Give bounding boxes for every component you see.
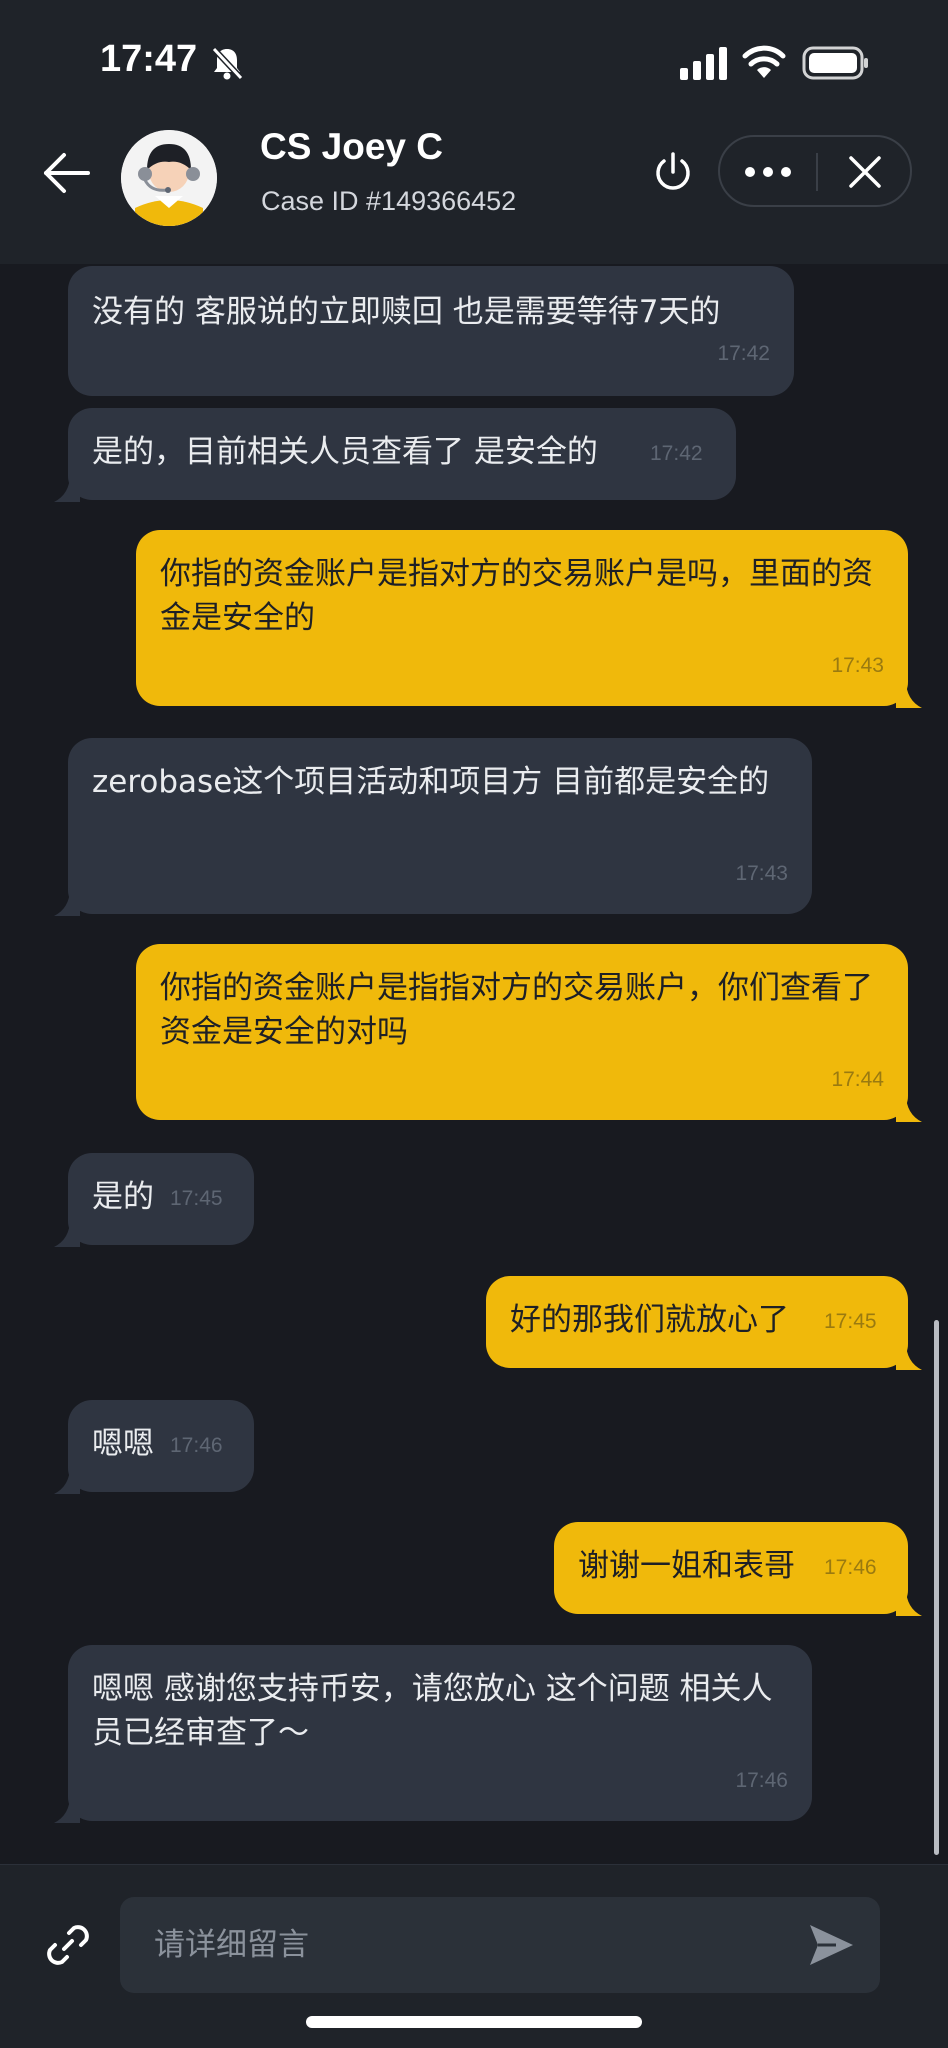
message-time: 17:45	[824, 1310, 877, 1333]
message-time: 17:43	[735, 862, 788, 885]
mini-program-capsule	[718, 135, 912, 207]
message-text: 嗯嗯 感谢您支持币安，请您放心 这个问题 相关人员已经审查了～	[92, 1671, 773, 1751]
message-time: 17:44	[831, 1068, 884, 1091]
message-time: 17:46	[170, 1434, 223, 1457]
wifi-icon	[742, 45, 786, 78]
scrollbar[interactable]	[934, 1320, 939, 1855]
message-bubble-outgoing: 你指的资金账户是指指对方的交易账户，你们查看了资金是安全的对吗 17:44	[136, 944, 922, 1122]
message-bubble-incoming: 是的，目前相关人员查看了 是安全的 17:42	[54, 408, 736, 502]
agent-avatar	[121, 130, 217, 226]
bubble-tail	[896, 1588, 922, 1616]
power-icon[interactable]	[650, 150, 696, 196]
message-bubble-incoming: 没有的 客服说的立即赎回 也是需要等待7天的 17:42	[68, 266, 794, 396]
message-bubble-incoming: 嗯嗯 感谢您支持币安，请您放心 这个问题 相关人员已经审查了～ 17:46	[54, 1645, 812, 1823]
message-bubble-incoming: 嗯嗯 17:46	[54, 1400, 254, 1494]
more-icon[interactable]	[740, 155, 796, 189]
bubble-tail	[54, 474, 80, 502]
home-indicator	[306, 2016, 642, 2028]
message-text: 你指的资金账户是指指对方的交易账户，你们查看了资金是安全的对吗	[160, 970, 873, 1050]
message-bubble-incoming: zerobase这个项目活动和项目方 目前都是安全的 17:43	[54, 738, 812, 916]
message-input[interactable]	[152, 1897, 792, 1993]
message-bubble-outgoing: 你指的资金账户是指对方的交易账户是吗，里面的资金是安全的 17:43	[136, 530, 922, 708]
chat-screen: 17:47 CS Joey C Case ID #149366452 没有的 客…	[0, 0, 948, 2048]
message-bubble-incoming: 是的 17:45	[54, 1153, 254, 1247]
agent-name: CS Joey C	[260, 126, 444, 167]
close-icon[interactable]	[844, 151, 886, 193]
bubble-tail	[896, 1342, 922, 1370]
message-text: 是的，目前相关人员查看了 是安全的	[92, 434, 598, 470]
bubble-tail	[896, 680, 922, 708]
message-text: zerobase这个项目活动和项目方 目前都是安全的	[92, 764, 770, 800]
message-input-container[interactable]	[120, 1897, 880, 1993]
link-icon[interactable]	[42, 1919, 94, 1971]
capsule-divider	[816, 153, 818, 191]
message-time: 17:46	[735, 1769, 788, 1792]
message-time: 17:45	[170, 1187, 223, 1210]
message-text: 谢谢一姐和表哥	[578, 1548, 795, 1584]
message-bubble-outgoing: 谢谢一姐和表哥 17:46	[554, 1522, 922, 1616]
composer-bar	[0, 1864, 948, 2048]
bubble-tail	[54, 1466, 80, 1494]
bubble-tail	[54, 888, 80, 916]
message-text: 嗯嗯	[92, 1426, 154, 1462]
bell-slash-icon	[211, 46, 244, 81]
message-text: 没有的 客服说的立即赎回 也是需要等待7天的	[92, 294, 721, 330]
message-text: 是的	[92, 1179, 154, 1215]
message-time: 17:46	[824, 1556, 877, 1579]
agent-avatar-icon	[121, 130, 217, 226]
message-time: 17:42	[650, 442, 703, 465]
back-arrow-icon[interactable]	[40, 148, 92, 198]
battery-icon	[802, 46, 868, 80]
bubble-tail	[896, 1094, 922, 1122]
message-text: 好的那我们就放心了	[510, 1302, 789, 1338]
header: 17:47 CS Joey C Case ID #149366452	[0, 0, 948, 264]
message-time: 17:42	[717, 342, 770, 365]
status-time: 17:47	[100, 38, 198, 80]
bubble-tail	[54, 1219, 80, 1247]
send-icon[interactable]	[806, 1921, 856, 1969]
case-id: Case ID #149366452	[261, 186, 517, 216]
message-time: 17:43	[831, 654, 884, 677]
signal-icon	[680, 47, 727, 80]
message-list[interactable]: 没有的 客服说的立即赎回 也是需要等待7天的 17:42 是的，目前相关人员查看…	[0, 264, 948, 1864]
bubble-tail	[54, 1795, 80, 1823]
message-bubble-outgoing: 好的那我们就放心了 17:45	[486, 1276, 922, 1370]
message-text: 你指的资金账户是指对方的交易账户是吗，里面的资金是安全的	[160, 556, 873, 636]
